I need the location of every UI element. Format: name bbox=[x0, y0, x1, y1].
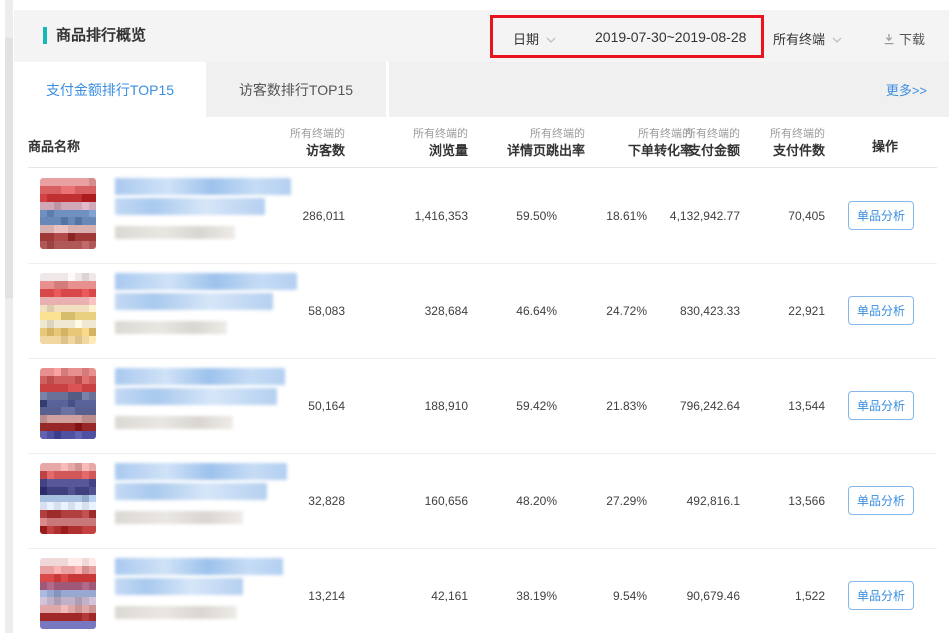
column-header-payment-amount: 所有终端的 支付金额 bbox=[685, 126, 740, 159]
download-button[interactable]: 下载 bbox=[883, 29, 925, 48]
tab-payment-ranking[interactable]: 支付金额排行TOP15 bbox=[14, 62, 206, 117]
cell-bounce-rate: 59.50% bbox=[516, 209, 557, 223]
blurred-text-line bbox=[115, 388, 277, 405]
product-thumbnail[interactable] bbox=[40, 368, 96, 439]
blurred-text-line bbox=[115, 293, 273, 310]
blurred-product-image bbox=[40, 273, 96, 344]
column-header-action: 操作 bbox=[852, 136, 918, 155]
blurred-text-line bbox=[115, 198, 265, 215]
item-analysis-button[interactable]: 单品分析 bbox=[848, 486, 914, 515]
cell-payment-amount: 796,242.64 bbox=[680, 399, 740, 413]
page-title: 商品排行概览 bbox=[43, 27, 146, 44]
product-thumbnail[interactable] bbox=[40, 273, 96, 344]
tab-visitor-ranking[interactable]: 访客数排行TOP15 bbox=[206, 62, 386, 117]
date-filter-dropdown[interactable]: 日期 bbox=[513, 29, 556, 48]
table-row: 58,083 328,684 46.64% 24.72% 830,423.33 … bbox=[14, 263, 949, 358]
page-scrollbar[interactable] bbox=[5, 0, 13, 633]
blurred-text-line bbox=[115, 558, 283, 575]
page-gutter bbox=[0, 0, 14, 633]
cell-payment-amount: 90,679.46 bbox=[687, 589, 740, 603]
blurred-product-image bbox=[40, 463, 96, 534]
product-name-blurred[interactable] bbox=[115, 368, 285, 429]
more-link[interactable]: 更多>> bbox=[886, 80, 927, 99]
table-row: 32,828 160,656 48.20% 27.29% 492,816.1 1… bbox=[14, 453, 949, 548]
cell-pageviews: 188,910 bbox=[425, 399, 468, 413]
product-ranking-panel: 商品排行概览 日期 2019-07-30~2019-08-28 所有终端 下载 … bbox=[14, 0, 949, 633]
blurred-text-line bbox=[115, 416, 233, 429]
cell-visitors: 32,828 bbox=[308, 494, 345, 508]
cell-bounce-rate: 48.20% bbox=[516, 494, 557, 508]
blurred-text-line bbox=[115, 321, 227, 334]
item-analysis-button[interactable]: 单品分析 bbox=[848, 391, 914, 420]
cell-pageviews: 1,416,353 bbox=[415, 209, 468, 223]
product-thumbnail[interactable] bbox=[40, 178, 96, 249]
product-thumbnail[interactable] bbox=[40, 558, 96, 629]
cell-payment-items: 1,522 bbox=[795, 589, 825, 603]
item-analysis-button[interactable]: 单品分析 bbox=[848, 296, 914, 325]
cell-payment-items: 22,921 bbox=[788, 304, 825, 318]
product-table-body: 286,011 1,416,353 59.50% 18.61% 4,132,94… bbox=[14, 168, 949, 633]
column-header-bounce-rate: 所有终端的 详情页跳出率 bbox=[507, 126, 585, 159]
product-name-blurred[interactable] bbox=[115, 273, 297, 334]
cell-bounce-rate: 46.64% bbox=[516, 304, 557, 318]
blurred-product-image bbox=[40, 558, 96, 629]
blurred-product-image bbox=[40, 368, 96, 439]
cell-visitors: 58,083 bbox=[308, 304, 345, 318]
blurred-text-line bbox=[115, 606, 237, 619]
blurred-text-line bbox=[115, 463, 287, 480]
blurred-text-line bbox=[115, 178, 291, 195]
cell-conversion-rate: 18.61% bbox=[606, 209, 647, 223]
chevron-down-icon bbox=[546, 31, 556, 46]
blurred-text-line bbox=[115, 273, 297, 290]
item-analysis-button[interactable]: 单品分析 bbox=[848, 201, 914, 230]
cell-payment-items: 70,405 bbox=[788, 209, 825, 223]
tab-bar-right: 更多>> bbox=[389, 62, 949, 117]
cell-payment-amount: 4,132,942.77 bbox=[670, 209, 740, 223]
cell-conversion-rate: 24.72% bbox=[606, 304, 647, 318]
cell-payment-amount: 830,423.33 bbox=[680, 304, 740, 318]
cell-bounce-rate: 38.19% bbox=[516, 589, 557, 603]
blurred-text-line bbox=[115, 511, 243, 524]
blurred-text-line bbox=[115, 578, 243, 595]
cell-pageviews: 328,684 bbox=[425, 304, 468, 318]
cell-bounce-rate: 59.42% bbox=[516, 399, 557, 413]
cell-visitors: 50,164 bbox=[308, 399, 345, 413]
cell-conversion-rate: 27.29% bbox=[606, 494, 647, 508]
panel-header: 商品排行概览 日期 2019-07-30~2019-08-28 所有终端 下载 bbox=[14, 10, 949, 62]
chevron-down-icon bbox=[832, 31, 842, 46]
column-header-pageviews: 所有终端的 浏览量 bbox=[413, 126, 468, 159]
column-header-conversion-rate: 所有终端的 下单转化率 bbox=[628, 126, 693, 159]
column-header-payment-items: 所有终端的 支付件数 bbox=[770, 126, 825, 159]
blurred-text-line bbox=[115, 483, 267, 500]
column-header-visitors: 所有终端的 访客数 bbox=[290, 126, 345, 159]
table-row: 50,164 188,910 59.42% 21.83% 796,242.64 … bbox=[14, 358, 949, 453]
scrollbar-thumb[interactable] bbox=[5, 38, 13, 298]
item-analysis-button[interactable]: 单品分析 bbox=[848, 581, 914, 610]
cell-visitors: 13,214 bbox=[308, 589, 345, 603]
terminal-filter-dropdown[interactable]: 所有终端 bbox=[773, 29, 842, 48]
table-header-row: 商品名称 所有终端的 访客数 所有终端的 浏览量 所有终端的 详情页跳出率 所有… bbox=[14, 117, 949, 168]
blurred-text-line bbox=[115, 226, 235, 239]
table-row: 286,011 1,416,353 59.50% 18.61% 4,132,94… bbox=[14, 168, 949, 263]
product-name-blurred[interactable] bbox=[115, 558, 283, 619]
cell-visitors: 286,011 bbox=[303, 209, 346, 223]
download-icon bbox=[883, 33, 895, 48]
product-thumbnail[interactable] bbox=[40, 463, 96, 534]
blurred-product-image bbox=[40, 178, 96, 249]
cell-pageviews: 160,656 bbox=[425, 494, 468, 508]
cell-payment-amount: 492,816.1 bbox=[687, 494, 740, 508]
product-name-blurred[interactable] bbox=[115, 463, 287, 524]
cell-payment-items: 13,544 bbox=[788, 399, 825, 413]
cell-conversion-rate: 21.83% bbox=[606, 399, 647, 413]
cell-payment-items: 13,566 bbox=[788, 494, 825, 508]
table-row: 13,214 42,161 38.19% 9.54% 90,679.46 1,5… bbox=[14, 548, 949, 633]
date-range-value[interactable]: 2019-07-30~2019-08-28 bbox=[595, 29, 746, 45]
tab-bar: 支付金额排行TOP15 访客数排行TOP15 更多>> bbox=[14, 62, 949, 117]
product-name-blurred[interactable] bbox=[115, 178, 291, 239]
column-header-product-name: 商品名称 bbox=[28, 136, 80, 155]
blurred-text-line bbox=[115, 368, 285, 385]
cell-conversion-rate: 9.54% bbox=[613, 589, 647, 603]
cell-pageviews: 42,161 bbox=[431, 589, 468, 603]
